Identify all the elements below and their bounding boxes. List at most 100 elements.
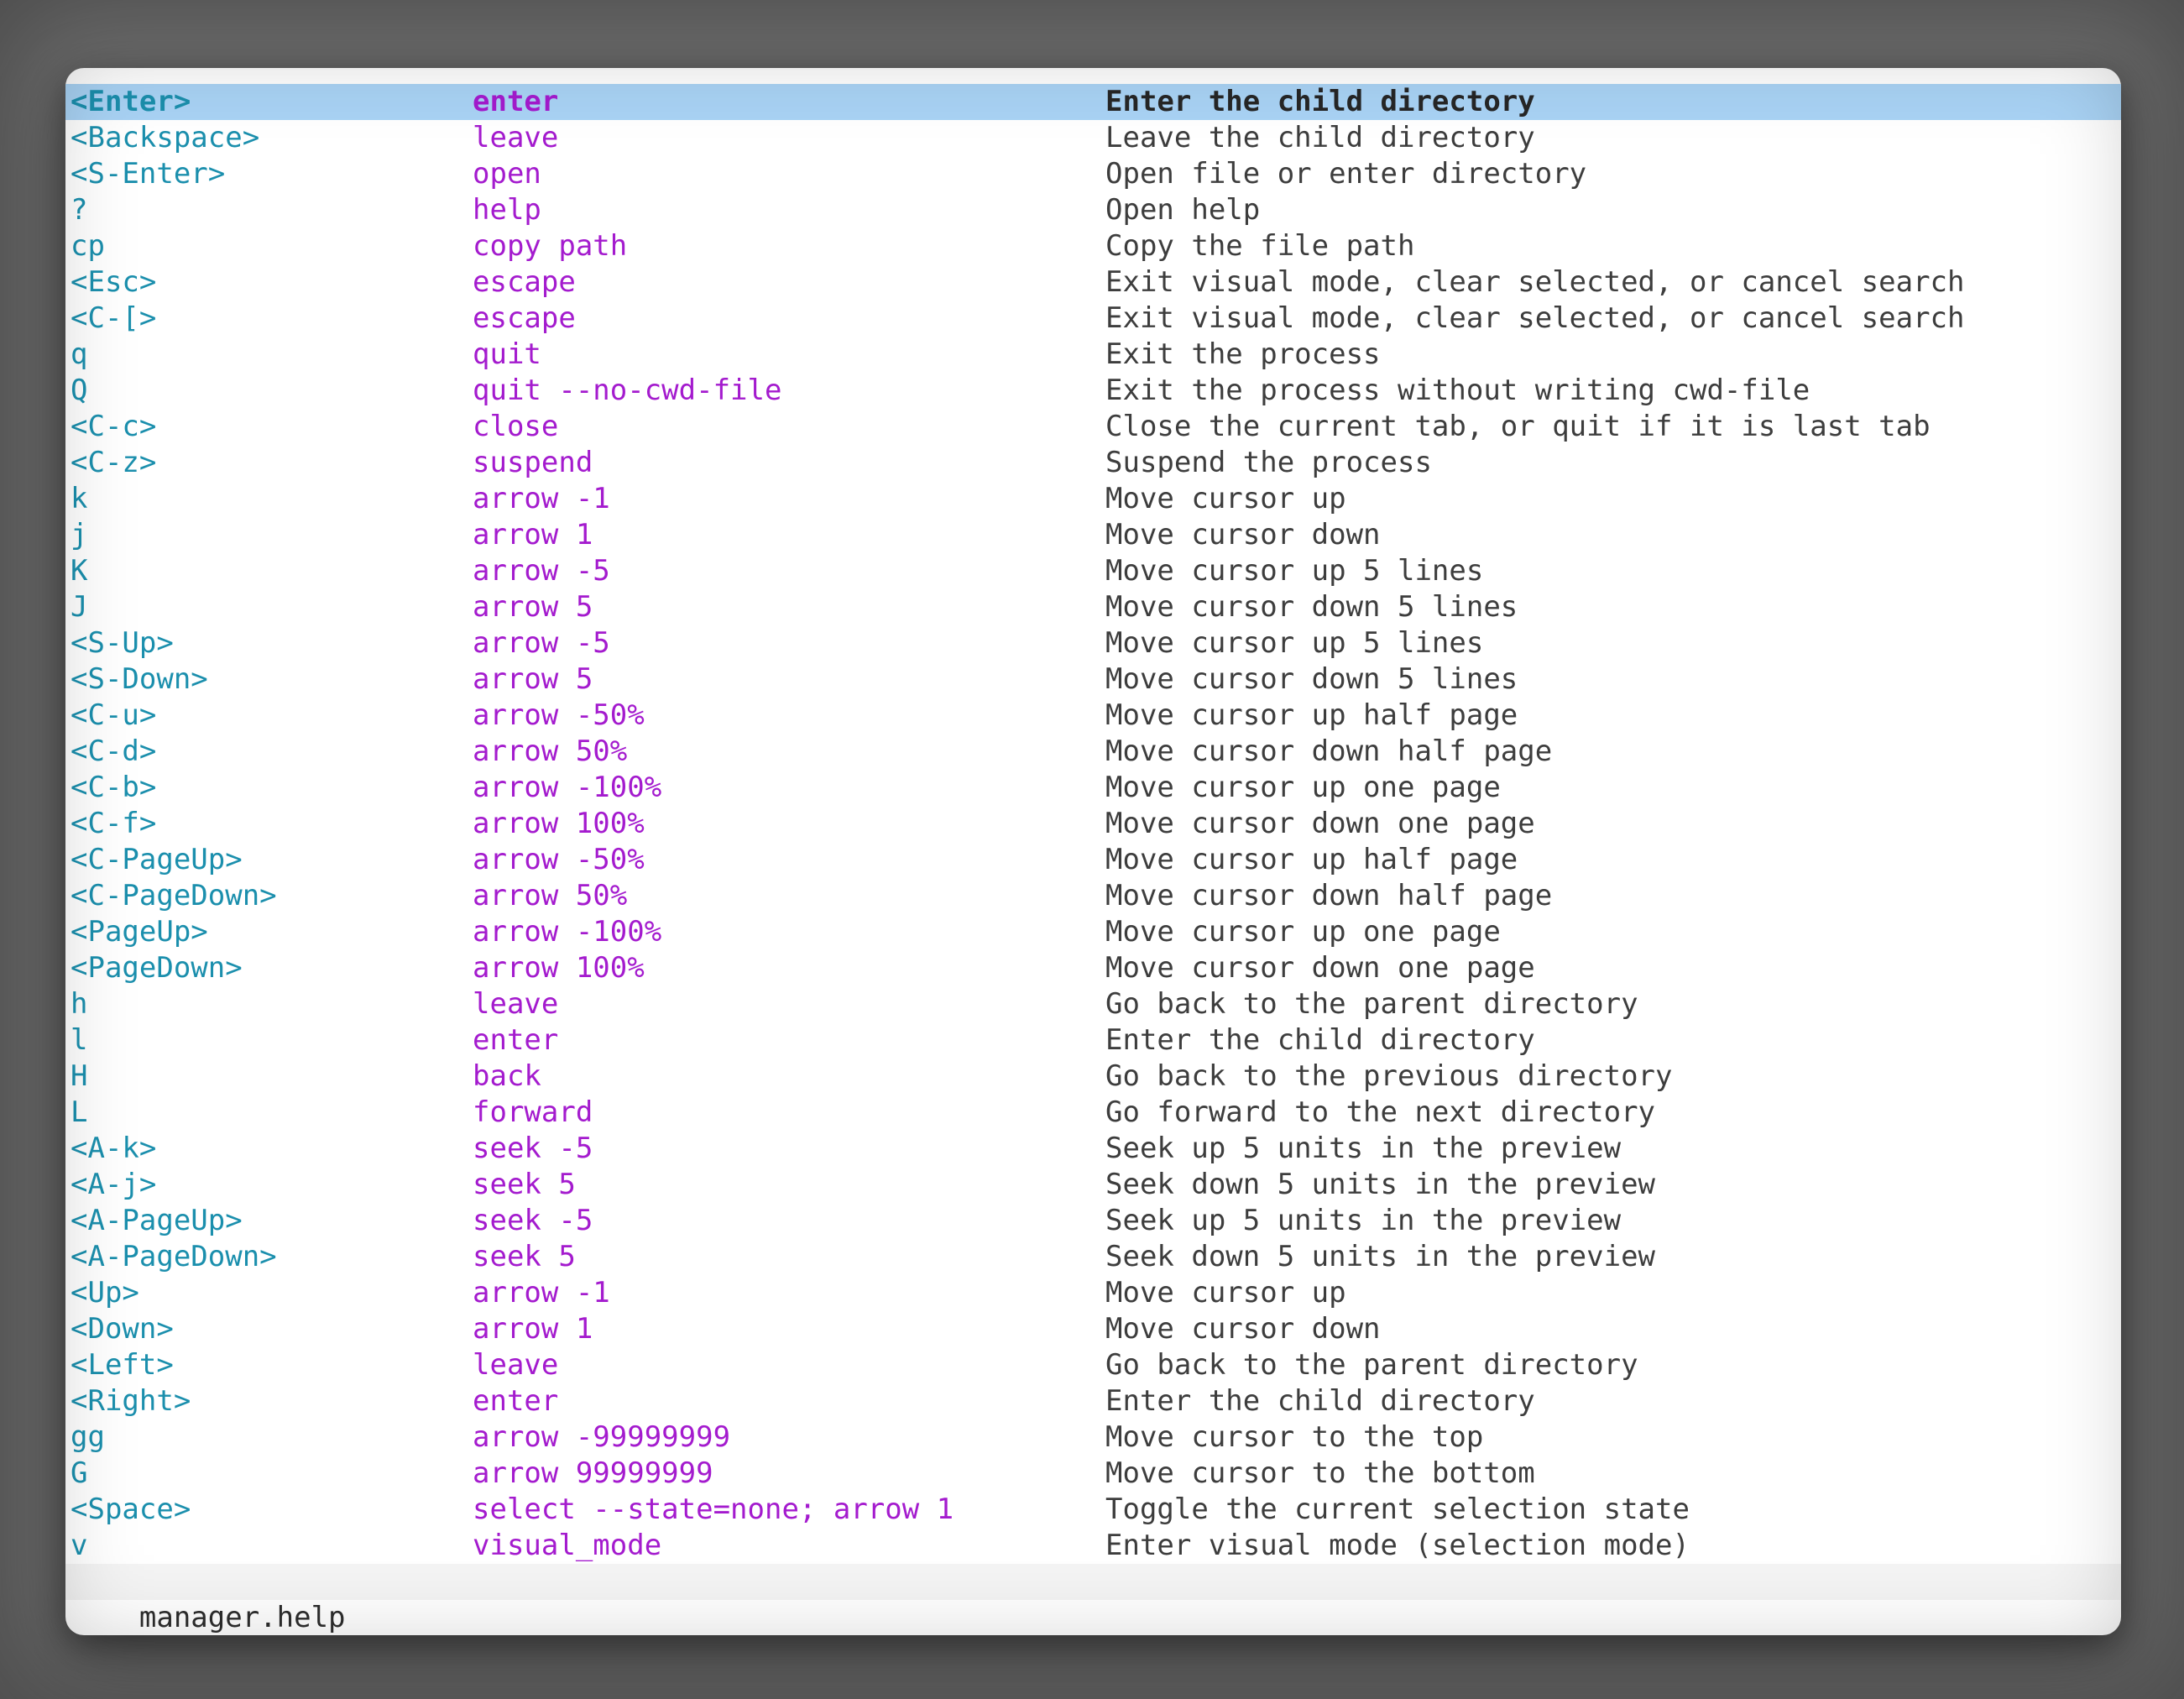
help-command: arrow -5 [473, 625, 610, 661]
help-row[interactable]: Qquit --no-cwd-fileExit the process with… [65, 373, 2121, 409]
help-key: <Esc> [71, 264, 156, 301]
help-description: Move cursor down 5 lines [1105, 589, 1518, 625]
help-key: ? [71, 192, 87, 228]
help-row[interactable]: <Right>enterEnter the child directory [65, 1383, 2121, 1419]
help-description: Move cursor down [1105, 1311, 1381, 1347]
help-key: <PageDown> [71, 950, 243, 986]
help-row[interactable]: <C-PageUp>arrow -50%Move cursor up half … [65, 842, 2121, 878]
help-window: <Enter>enterEnter the child directory<Ba… [65, 68, 2121, 1635]
help-description: Copy the file path [1105, 228, 1414, 264]
help-row[interactable]: gg arrow -99999999 Move cursor to the top [65, 1419, 2121, 1456]
help-row[interactable]: <C-z>suspendSuspend the process [65, 445, 2121, 481]
help-row[interactable]: <S-Enter>openOpen file or enter director… [65, 156, 2121, 192]
help-description: Go back to the parent directory [1105, 986, 1638, 1022]
help-row[interactable]: Jarrow 5Move cursor down 5 lines [65, 589, 2121, 625]
help-description: Move cursor to the top [1105, 1419, 1483, 1456]
help-key: Q [71, 373, 87, 409]
help-key: q [71, 337, 87, 373]
help-row[interactable]: <Down>arrow 1Move cursor down [65, 1311, 2121, 1347]
help-command: close [473, 409, 558, 445]
help-row[interactable]: vvisual_modeEnter visual mode (selection… [65, 1528, 2121, 1564]
help-key: G [71, 1456, 87, 1492]
help-row[interactable]: <Esc> escape Exit visual mode, clear selec… [65, 264, 2121, 301]
help-command: arrow 1 [473, 517, 593, 553]
help-row[interactable]: <PageDown> arrow 100% Move cursor down one… [65, 950, 2121, 986]
help-description: Move cursor up [1105, 481, 1346, 517]
help-key: <C-z> [71, 445, 156, 481]
help-row[interactable]: <C-PageDown>arrow 50%Move cursor down ha… [65, 878, 2121, 914]
help-row[interactable]: <S-Up>arrow -5Move cursor up 5 lines [65, 625, 2121, 661]
help-row[interactable]: cpcopy pathCopy the file path [65, 228, 2121, 264]
help-row[interactable]: <Space>select --state=none; arrow 1Toggl… [65, 1492, 2121, 1528]
help-description: Open file or enter directory [1105, 156, 1586, 192]
help-description: Move cursor up 5 lines [1105, 625, 1483, 661]
help-row[interactable]: <C-u>arrow -50%Move cursor up half page [65, 698, 2121, 734]
help-description: Enter the child directory [1105, 1022, 1535, 1059]
help-command: arrow 50% [473, 734, 627, 770]
help-command: enter [473, 1383, 558, 1419]
help-row[interactable]: lenterEnter the child directory [65, 1022, 2121, 1059]
help-row[interactable]: HbackGo back to the previous directory [65, 1059, 2121, 1095]
help-key: <C-PageUp> [71, 842, 243, 878]
help-description: Seek down 5 units in the preview [1105, 1167, 1655, 1203]
help-command: help [473, 192, 541, 228]
help-key: h [71, 986, 87, 1022]
help-description: Go back to the parent directory [1105, 1347, 1638, 1383]
help-description: Enter the child directory [1105, 84, 1535, 120]
help-description: Move cursor up [1105, 1275, 1346, 1311]
help-command: arrow 50% [473, 878, 627, 914]
help-command: arrow 99999999 [473, 1456, 713, 1492]
help-row[interactable]: Karrow -5Move cursor up 5 lines [65, 553, 2121, 589]
help-row[interactable]: <C-f>arrow 100%Move cursor down one page [65, 806, 2121, 842]
help-row[interactable]: <A-j>seek 5Seek down 5 units in the prev… [65, 1167, 2121, 1203]
help-row[interactable]: qquitExit the process [65, 337, 2121, 373]
help-key: <A-PageDown> [71, 1239, 277, 1275]
help-key: <PageUp> [71, 914, 208, 950]
help-key: <S-Enter> [71, 156, 225, 192]
help-row[interactable]: hleaveGo back to the parent directory [65, 986, 2121, 1022]
help-key: <Right> [71, 1383, 191, 1419]
help-row[interactable]: LforwardGo forward to the next directory [65, 1095, 2121, 1131]
help-row[interactable]: <S-Down>arrow 5Move cursor down 5 lines [65, 661, 2121, 698]
help-row[interactable]: <A-k>seek -5Seek up 5 units in the previ… [65, 1131, 2121, 1167]
help-row[interactable]: <A-PageUp>seek -5Seek up 5 units in the … [65, 1203, 2121, 1239]
help-description: Seek up 5 units in the preview [1105, 1131, 1621, 1167]
help-command: visual_mode [473, 1528, 661, 1564]
status-bar: manager.help [65, 1564, 2121, 1600]
help-row[interactable]: Garrow 99999999Move cursor to the bottom [65, 1456, 2121, 1492]
help-row[interactable]: <Up>arrow -1Move cursor up [65, 1275, 2121, 1311]
help-row[interactable]: <A-PageDown>seek 5Seek down 5 units in t… [65, 1239, 2121, 1275]
help-row[interactable]: <C-d>arrow 50%Move cursor down half page [65, 734, 2121, 770]
help-command: arrow -5 [473, 553, 610, 589]
help-description: Move cursor down one page [1105, 950, 1535, 986]
help-description: Exit the process without writing cwd-fil… [1105, 373, 1810, 409]
help-key: <C-b> [71, 770, 156, 806]
help-row[interactable]: jarrow 1Move cursor down [65, 517, 2121, 553]
help-row-selected[interactable]: <Enter>enterEnter the child directory [65, 84, 2121, 120]
help-row[interactable]: <C-b>arrow -100%Move cursor up one page [65, 770, 2121, 806]
help-key: <C-u> [71, 698, 156, 734]
help-command: arrow 100% [473, 950, 645, 986]
help-key: gg [71, 1419, 105, 1456]
help-key: <Enter> [71, 84, 191, 120]
help-command: escape [473, 264, 576, 301]
help-row[interactable]: ?helpOpen help [65, 192, 2121, 228]
help-row[interactable]: <Left>leaveGo back to the parent directo… [65, 1347, 2121, 1383]
help-command: arrow 100% [473, 806, 645, 842]
help-command: quit [473, 337, 541, 373]
help-key: K [71, 553, 87, 589]
help-row[interactable]: karrow -1Move cursor up [65, 481, 2121, 517]
help-command: seek 5 [473, 1239, 576, 1275]
help-command: arrow -1 [473, 481, 610, 517]
help-command: escape [473, 301, 576, 337]
help-description: Exit visual mode, clear selected, or can… [1105, 264, 1965, 301]
help-description: Move cursor down 5 lines [1105, 661, 1518, 698]
help-description: Toggle the current selection state [1105, 1492, 1690, 1528]
help-row[interactable]: <Backspace>leaveLeave the child director… [65, 120, 2121, 156]
help-command: arrow -100% [473, 914, 661, 950]
help-row[interactable]: <PageUp>arrow -100%Move cursor up one pa… [65, 914, 2121, 950]
help-command: forward [473, 1095, 593, 1131]
help-row[interactable]: <C-c>closeClose the current tab, or quit… [65, 409, 2121, 445]
help-command: arrow -99999999 [473, 1419, 730, 1456]
help-row[interactable]: <C-[>escapeExit visual mode, clear selec… [65, 301, 2121, 337]
